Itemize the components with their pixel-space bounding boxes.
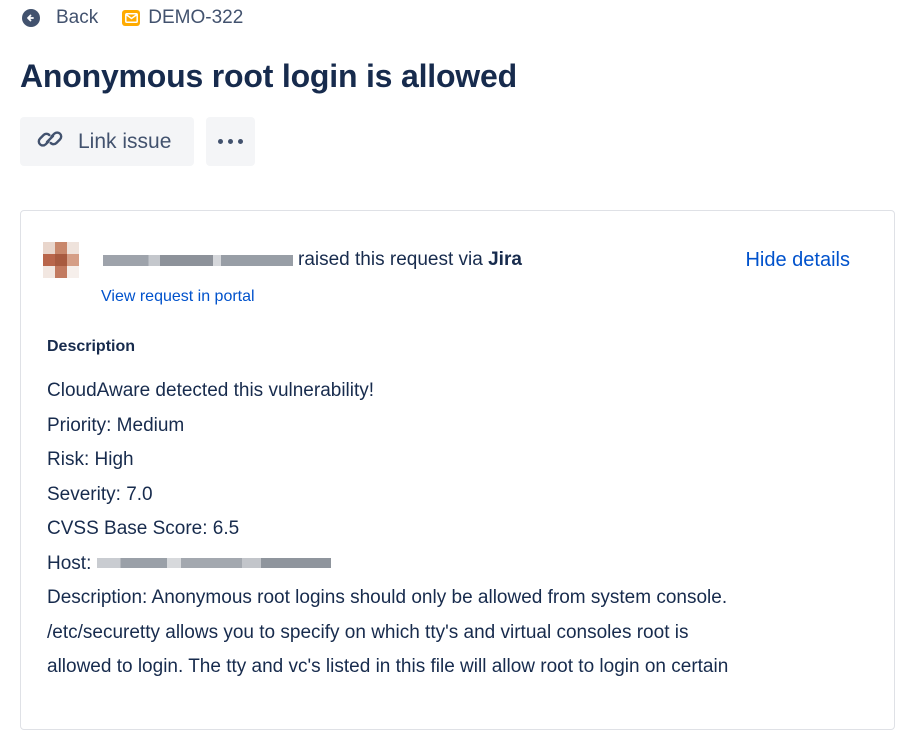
hide-details-link[interactable]: Hide details (745, 249, 850, 272)
description-line: /etc/securetty allows you to specify on … (47, 621, 689, 643)
link-issue-label: Link issue (78, 129, 172, 153)
envelope-icon (122, 10, 141, 26)
link-icon (36, 127, 64, 156)
request-details-card: raised this request via Jira View reques… (20, 210, 895, 730)
description-heading: Description (47, 338, 136, 355)
description-line: Risk: High (47, 449, 134, 470)
description-line: allowed to login. The tty and vc's liste… (47, 656, 729, 677)
view-request-in-portal-link[interactable]: View request in portal (101, 288, 255, 306)
host-value-redacted (97, 558, 332, 569)
reporter-name-redacted (103, 255, 293, 266)
back-button[interactable]: Back (22, 7, 98, 29)
more-icon (218, 139, 243, 144)
raised-via-label: raised this request via (298, 249, 483, 270)
back-arrow-icon (22, 9, 40, 27)
description-line: Description: Anonymous root logins shoul… (47, 587, 728, 608)
back-label: Back (56, 7, 99, 28)
link-issue-button[interactable]: Link issue (20, 117, 194, 166)
raised-via-text: raised this request via Jira (298, 249, 522, 271)
description-line-host: Host: (47, 547, 867, 582)
top-bar: Back DEMO-322 (22, 6, 243, 30)
description-line: CVSS Base Score: 6.5 (47, 518, 240, 539)
description-line: Severity: 7.0 (47, 483, 153, 505)
request-channel: Jira (488, 249, 522, 270)
issue-key-link[interactable]: DEMO-322 (122, 7, 243, 29)
description-line: CloudAware detected this vulnerability! (47, 380, 375, 401)
issue-key-label: DEMO-322 (148, 7, 244, 28)
host-label: Host: (47, 552, 92, 574)
issue-title: Anonymous root login is allowed (20, 58, 517, 94)
description-line: Priority: Medium (47, 414, 185, 436)
avatar (43, 242, 79, 278)
more-actions-button[interactable] (206, 117, 255, 166)
description-body: CloudAware detected this vulnerability! … (47, 374, 867, 685)
issue-actions: Link issue (20, 117, 255, 166)
